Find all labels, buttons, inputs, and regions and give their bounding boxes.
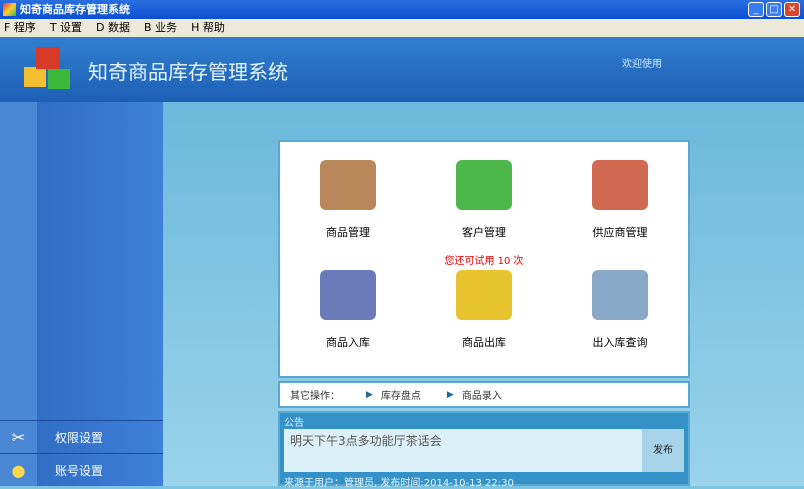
app-icon <box>3 3 16 16</box>
bulb-icon: ● <box>11 460 26 480</box>
notice-meta: 来源于用户：管理员, 发布时间:2014-10-13 22:30 <box>284 478 514 489</box>
module-supplier[interactable]: 供应商管理 <box>560 160 680 240</box>
module-label: 商品管理 <box>326 226 370 239</box>
maximize-button[interactable]: □ <box>766 2 782 17</box>
title-bar: 知奇商品库存管理系统 <box>0 0 804 19</box>
sidebar-item-account[interactable]: ● 账号设置 <box>0 453 163 486</box>
module-customer[interactable]: 客户管理 <box>424 160 544 240</box>
module-label: 商品入库 <box>326 336 370 349</box>
app-title: 知奇商品库存管理系统 <box>88 60 288 84</box>
publish-button[interactable]: 发布 <box>642 429 684 472</box>
house-search-icon <box>592 270 648 320</box>
people-icon <box>592 160 648 210</box>
triangle-right-icon: ▶ <box>366 389 373 400</box>
logo-cubes-icon <box>24 47 70 89</box>
notice-label: 公告 <box>284 418 304 429</box>
module-label: 出入库查询 <box>592 336 648 349</box>
boxes-icon <box>320 160 376 210</box>
menu-help[interactable]: H 帮助 <box>191 19 225 37</box>
other-ops-bar: 其它操作： ▶ 库存盘点 ▶ 商品录入 <box>278 381 690 408</box>
truck-icon <box>456 270 512 320</box>
menu-business[interactable]: B 业务 <box>144 19 177 37</box>
sidebar-item-permissions[interactable]: ✂ 权限设置 <box>0 420 163 453</box>
sidebar-item-label: 账号设置 <box>55 463 104 478</box>
link-inventory-check[interactable]: 库存盘点 <box>381 387 421 402</box>
close-button[interactable]: ✕ <box>784 2 800 17</box>
hand-truck-icon <box>320 270 376 320</box>
trial-count-text: 您还可试用 10 次 <box>444 256 524 267</box>
module-label: 供应商管理 <box>592 226 648 239</box>
tools-icon: ✂ <box>11 427 26 447</box>
customer-icon <box>456 160 512 210</box>
module-stock-in[interactable]: 商品入库 <box>288 270 408 350</box>
menu-bar: F 程序 T 设置 D 数据 B 业务 H 帮助 <box>0 19 804 37</box>
other-ops-label: 其它操作： <box>290 391 340 402</box>
notice-input[interactable]: 明天下午3点多功能厅茶话会 <box>284 429 642 472</box>
window-title: 知奇商品库存管理系统 <box>20 3 130 16</box>
menu-data[interactable]: D 数据 <box>96 19 130 37</box>
minimize-button[interactable]: _ <box>748 2 764 17</box>
module-query[interactable]: 出入库查询 <box>560 270 680 350</box>
notice-panel: 公告 明天下午3点多功能厅茶话会 发布 来源于用户：管理员, 发布时间:2014… <box>278 411 690 489</box>
welcome-text: 欢迎使用 <box>622 59 662 70</box>
module-label: 商品出库 <box>462 336 506 349</box>
menu-settings[interactable]: T 设置 <box>50 19 82 37</box>
triangle-right-icon: ▶ <box>446 389 454 400</box>
link-product-entry[interactable]: 商品录入 <box>462 387 502 402</box>
sidebar-item-label: 权限设置 <box>55 430 104 445</box>
module-product[interactable]: 商品管理 <box>288 160 408 240</box>
module-stock-out[interactable]: 商品出库 <box>424 270 544 350</box>
menu-program[interactable]: F 程序 <box>4 19 36 37</box>
module-label: 客户管理 <box>462 226 506 239</box>
